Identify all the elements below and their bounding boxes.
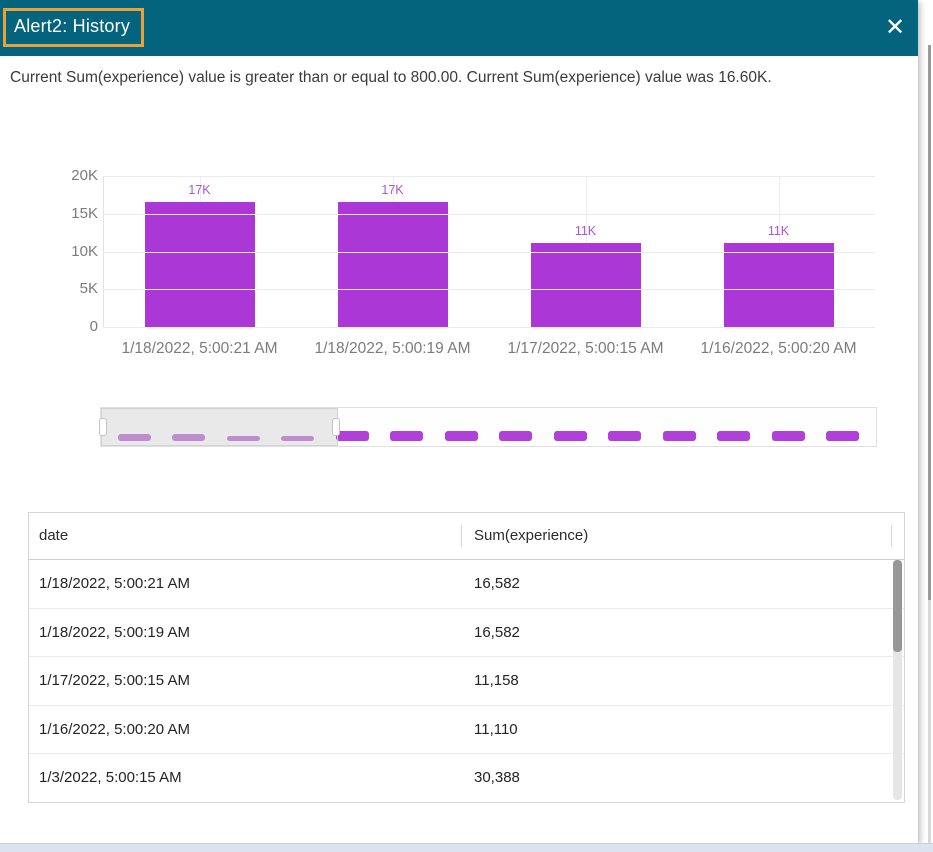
minimap-bar-slot <box>380 408 435 441</box>
chart-minimap <box>100 407 877 447</box>
minimap-bar[interactable] <box>499 431 532 441</box>
minimap-bar-slot <box>816 408 871 441</box>
minimap-bar[interactable] <box>663 431 696 441</box>
table-body: 1/18/2022, 5:00:21 AM16,5821/18/2022, 5:… <box>29 560 904 802</box>
cell-date: 1/17/2022, 5:00:15 AM <box>39 672 190 689</box>
minimap-bar[interactable] <box>608 431 641 441</box>
table-row: 1/18/2022, 5:00:21 AM 16,582 <box>29 560 904 609</box>
cell-date: 1/3/2022, 5:00:15 AM <box>39 769 182 786</box>
bar-value-label: 11K <box>575 224 596 238</box>
minimap-bar[interactable] <box>445 431 478 441</box>
y-axis: 20K15K10K5K0 <box>50 176 98 327</box>
cell-date: 1/16/2022, 5:00:20 AM <box>39 721 190 738</box>
column-divider <box>461 525 462 547</box>
minimap-bar-slot <box>707 408 762 441</box>
bar[interactable] <box>338 202 448 327</box>
table-row: 1/16/2022, 5:00:20 AM 11,110 <box>29 706 904 755</box>
x-axis-labels: 1/18/2022, 5:00:21 AM1/18/2022, 5:00:19 … <box>103 340 875 358</box>
page-scrollbar-thumb[interactable] <box>928 45 931 600</box>
gridline <box>103 252 875 253</box>
x-tick-label: 1/18/2022, 5:00:19 AM <box>296 340 489 358</box>
cell-date: 1/18/2022, 5:00:21 AM <box>39 575 190 592</box>
minimap-bar-slot <box>489 408 544 441</box>
column-header-date[interactable]: date <box>39 527 68 544</box>
bar-chart-plot-area: 17K 17K 11K 11K <box>103 176 875 327</box>
y-tick-label: 20K <box>50 167 98 184</box>
dialog-title: Alert2: History <box>14 16 130 36</box>
minimap-bar-slot <box>598 408 653 441</box>
minimap-bar[interactable] <box>717 431 750 441</box>
title-highlight-box: Alert2: History <box>3 8 144 47</box>
cell-sum-experience: 30,388 <box>474 769 520 786</box>
gridline <box>103 214 875 215</box>
cell-sum-experience: 11,158 <box>474 672 519 689</box>
bar[interactable] <box>145 202 255 327</box>
x-tick-label: 1/16/2022, 5:00:20 AM <box>682 340 875 358</box>
minimap-bar-slot <box>652 408 707 441</box>
table-row: 1/18/2022, 5:00:19 AM 16,582 <box>29 609 904 658</box>
x-tick-label: 1/17/2022, 5:00:15 AM <box>489 340 682 358</box>
table-scrollbar-thumb[interactable] <box>893 560 902 652</box>
close-icon[interactable]: ✕ <box>880 13 910 43</box>
table-row: 1/17/2022, 5:00:15 AM 11,158 <box>29 657 904 706</box>
table-header-row: date Sum(experience) <box>29 513 904 560</box>
column-divider <box>891 525 892 547</box>
cell-sum-experience: 16,582 <box>474 624 520 641</box>
minimap-bar-slot <box>434 408 489 441</box>
brush-left-handle[interactable] <box>99 418 107 436</box>
gridline <box>103 327 875 328</box>
history-table: date Sum(experience) 1/18/2022, 5:00:21 … <box>28 512 905 803</box>
bar-value-label: 17K <box>188 183 210 197</box>
table-row: 1/3/2022, 5:00:15 AM 30,388 <box>29 754 904 802</box>
brush-right-handle[interactable] <box>332 418 340 436</box>
minimap-bar[interactable] <box>336 431 369 441</box>
table-scrollbar[interactable] <box>893 560 902 800</box>
minimap-bar-slot <box>761 408 816 441</box>
cell-date: 1/18/2022, 5:00:19 AM <box>39 624 190 641</box>
minimap-bar[interactable] <box>772 431 805 441</box>
x-tick-label: 1/18/2022, 5:00:21 AM <box>103 340 296 358</box>
alert-history-dialog: Alert2: History ✕ Current Sum(experience… <box>0 0 918 843</box>
bar[interactable] <box>724 243 834 327</box>
page-scrollbar[interactable] <box>928 45 931 843</box>
cell-sum-experience: 16,582 <box>474 575 520 592</box>
y-tick-label: 15K <box>50 205 98 222</box>
gridline <box>103 176 875 177</box>
gridline <box>103 289 875 290</box>
y-tick-label: 5K <box>50 280 98 297</box>
dialog-header: Alert2: History ✕ <box>0 0 918 56</box>
minimap-bar[interactable] <box>390 431 423 441</box>
y-tick-label: 10K <box>50 243 98 260</box>
alert-condition-text: Current Sum(experience) value is greater… <box>10 69 910 87</box>
bar-value-label: 11K <box>768 224 789 238</box>
bar[interactable] <box>531 243 641 327</box>
minimap-brush-selection[interactable] <box>101 408 338 446</box>
minimap-bar[interactable] <box>554 431 587 441</box>
column-header-sum-experience[interactable]: Sum(experience) <box>474 527 588 544</box>
minimap-bar-slot <box>543 408 598 441</box>
y-tick-label: 0 <box>50 318 98 335</box>
bar-value-label: 17K <box>381 183 403 197</box>
cell-sum-experience: 11,110 <box>474 721 518 738</box>
minimap-bar[interactable] <box>826 431 859 441</box>
